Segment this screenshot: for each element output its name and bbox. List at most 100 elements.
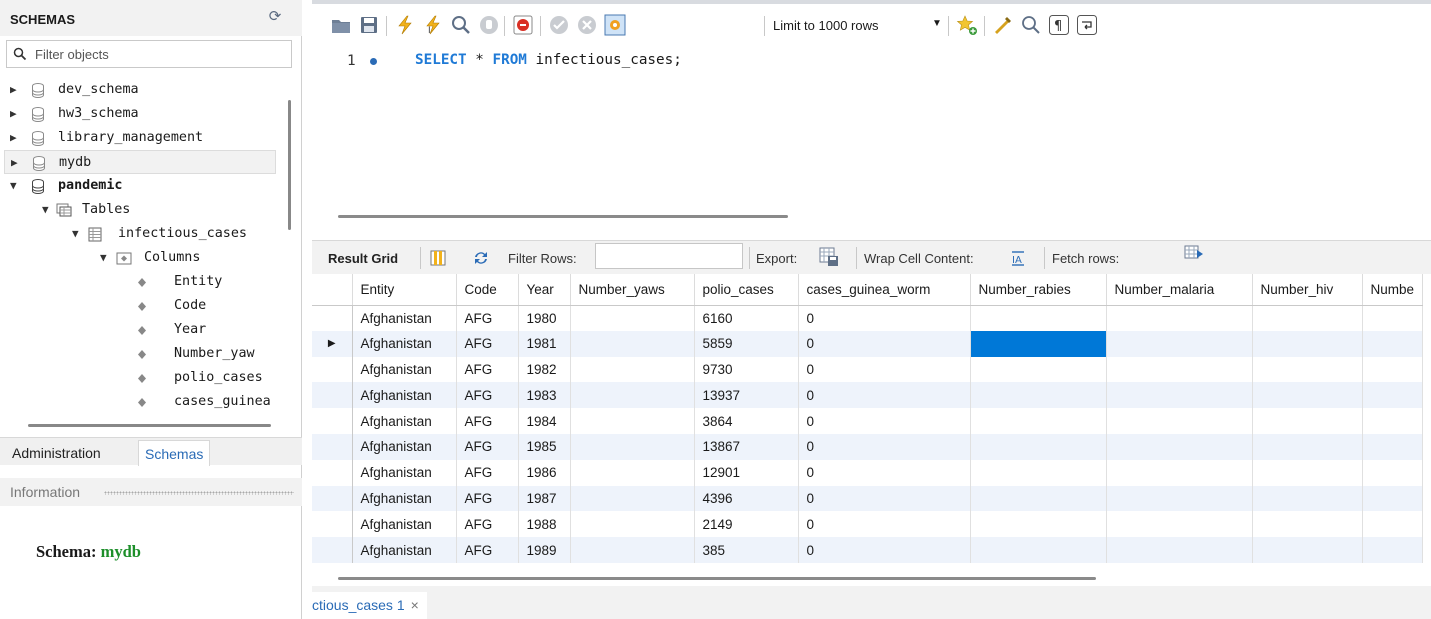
table-cell[interactable]: 1986: [518, 459, 571, 486]
row-gutter[interactable]: [312, 382, 353, 409]
table-cell[interactable]: [970, 537, 1107, 563]
tree-item-table[interactable]: ▼ infectious_cases: [4, 222, 276, 246]
table-cell[interactable]: 1982: [518, 356, 571, 383]
row-gutter[interactable]: [312, 305, 353, 331]
autocommit-icon[interactable]: [604, 14, 626, 36]
schema-item-dev_schema[interactable]: ▶ dev_schema: [4, 78, 276, 102]
table-cell[interactable]: [570, 459, 695, 486]
table-cell[interactable]: 1983: [518, 382, 571, 409]
table-cell[interactable]: 9730: [694, 356, 799, 383]
table-cell[interactable]: 1980: [518, 305, 571, 331]
table-cell[interactable]: [1106, 356, 1253, 383]
table-cell[interactable]: AFG: [456, 459, 519, 486]
table-cell[interactable]: [970, 433, 1107, 460]
column-header[interactable]: Entity: [352, 274, 457, 306]
table-cell[interactable]: [1106, 305, 1253, 331]
column-item[interactable]: Year: [4, 318, 276, 342]
table-row[interactable]: ▶ Afghanistan AFG 1981 5859 0: [312, 330, 1423, 357]
table-cell[interactable]: 0: [798, 459, 971, 486]
information-header[interactable]: Information: [0, 478, 302, 506]
table-cell[interactable]: Afghanistan: [352, 433, 457, 460]
tree-item-tables[interactable]: ▼ Tables: [4, 198, 276, 222]
table-cell[interactable]: 12901: [694, 459, 799, 486]
table-cell[interactable]: [1252, 382, 1363, 409]
table-cell[interactable]: Afghanistan: [352, 408, 457, 434]
table-cell[interactable]: 1981: [518, 330, 571, 357]
export-icon[interactable]: [818, 246, 840, 268]
refresh-icon[interactable]: ⟳: [266, 8, 284, 26]
row-gutter[interactable]: [312, 459, 353, 486]
column-header[interactable]: Number_yaws: [570, 274, 695, 306]
table-cell[interactable]: [1362, 382, 1423, 409]
table-cell[interactable]: [1362, 408, 1423, 434]
table-cell[interactable]: 0: [798, 382, 971, 409]
table-row[interactable]: Afghanistan AFG 1983 13937 0: [312, 382, 1423, 409]
row-gutter[interactable]: [312, 356, 353, 383]
table-cell[interactable]: [1362, 511, 1423, 538]
table-cell[interactable]: 6160: [694, 305, 799, 331]
table-cell[interactable]: [570, 305, 695, 331]
table-cell[interactable]: [970, 382, 1107, 409]
column-header[interactable]: Number_malaria: [1106, 274, 1253, 306]
table-cell[interactable]: AFG: [456, 305, 519, 331]
table-cell[interactable]: Afghanistan: [352, 330, 457, 357]
table-cell[interactable]: 3864: [694, 408, 799, 434]
column-item[interactable]: Code: [4, 294, 276, 318]
table-cell[interactable]: [970, 330, 1107, 357]
table-cell[interactable]: 1987: [518, 485, 571, 512]
table-cell[interactable]: 4396: [694, 485, 799, 512]
table-cell[interactable]: [1362, 305, 1423, 331]
row-gutter[interactable]: ▶: [312, 330, 353, 357]
table-cell[interactable]: [1106, 537, 1253, 563]
table-cell[interactable]: Afghanistan: [352, 537, 457, 563]
invisible-characters-icon[interactable]: ¶: [1048, 14, 1070, 36]
expand-arrow-icon[interactable]: ▶: [10, 102, 22, 126]
table-cell[interactable]: 0: [798, 356, 971, 383]
collapse-arrow-icon[interactable]: ▼: [100, 246, 112, 270]
table-cell[interactable]: 2149: [694, 511, 799, 538]
editor-horizontal-scrollbar[interactable]: [338, 215, 788, 218]
table-cell[interactable]: [1252, 330, 1363, 357]
table-cell[interactable]: AFG: [456, 537, 519, 563]
filter-rows-input[interactable]: [595, 243, 743, 269]
table-cell[interactable]: 1988: [518, 511, 571, 538]
row-gutter[interactable]: [312, 511, 353, 538]
table-cell[interactable]: AFG: [456, 330, 519, 357]
table-cell[interactable]: Afghanistan: [352, 305, 457, 331]
schema-item-library_management[interactable]: ▶ library_management: [4, 126, 276, 150]
table-cell[interactable]: [970, 408, 1107, 434]
chevron-down-icon[interactable]: ▼: [932, 18, 942, 29]
table-cell[interactable]: [1252, 485, 1363, 512]
table-cell[interactable]: AFG: [456, 356, 519, 383]
table-cell[interactable]: [1252, 459, 1363, 486]
table-cell[interactable]: [1106, 408, 1253, 434]
table-cell[interactable]: [1252, 356, 1363, 383]
table-cell[interactable]: [1106, 485, 1253, 512]
expand-arrow-icon[interactable]: ▶: [11, 151, 23, 175]
table-cell[interactable]: [970, 356, 1107, 383]
execute-icon[interactable]: [394, 14, 416, 36]
column-header[interactable]: Number_rabies: [970, 274, 1107, 306]
table-cell[interactable]: [970, 459, 1107, 486]
table-cell[interactable]: 1989: [518, 537, 571, 563]
table-row[interactable]: Afghanistan AFG 1986 12901 0: [312, 459, 1423, 486]
table-cell[interactable]: [1362, 537, 1423, 563]
schema-item-hw3_schema[interactable]: ▶ hw3_schema: [4, 102, 276, 126]
execute-current-icon[interactable]: I: [422, 14, 444, 36]
table-cell[interactable]: [570, 511, 695, 538]
table-cell[interactable]: [1106, 511, 1253, 538]
table-cell[interactable]: 0: [798, 330, 971, 357]
table-cell[interactable]: 13867: [694, 433, 799, 460]
table-cell[interactable]: Afghanistan: [352, 382, 457, 409]
table-cell[interactable]: Afghanistan: [352, 485, 457, 512]
table-cell[interactable]: AFG: [456, 485, 519, 512]
table-cell[interactable]: [1252, 305, 1363, 331]
wrap-lines-icon[interactable]: [1076, 14, 1098, 36]
column-item[interactable]: polio_cases: [4, 366, 276, 390]
table-cell[interactable]: [1252, 408, 1363, 434]
result-tab[interactable]: ctious_cases 1 ×: [312, 592, 427, 619]
table-row[interactable]: Afghanistan AFG 1980 6160 0: [312, 305, 1423, 331]
table-cell[interactable]: [570, 433, 695, 460]
table-cell[interactable]: [1362, 459, 1423, 486]
schema-item-mydb[interactable]: ▶ mydb: [4, 150, 276, 174]
